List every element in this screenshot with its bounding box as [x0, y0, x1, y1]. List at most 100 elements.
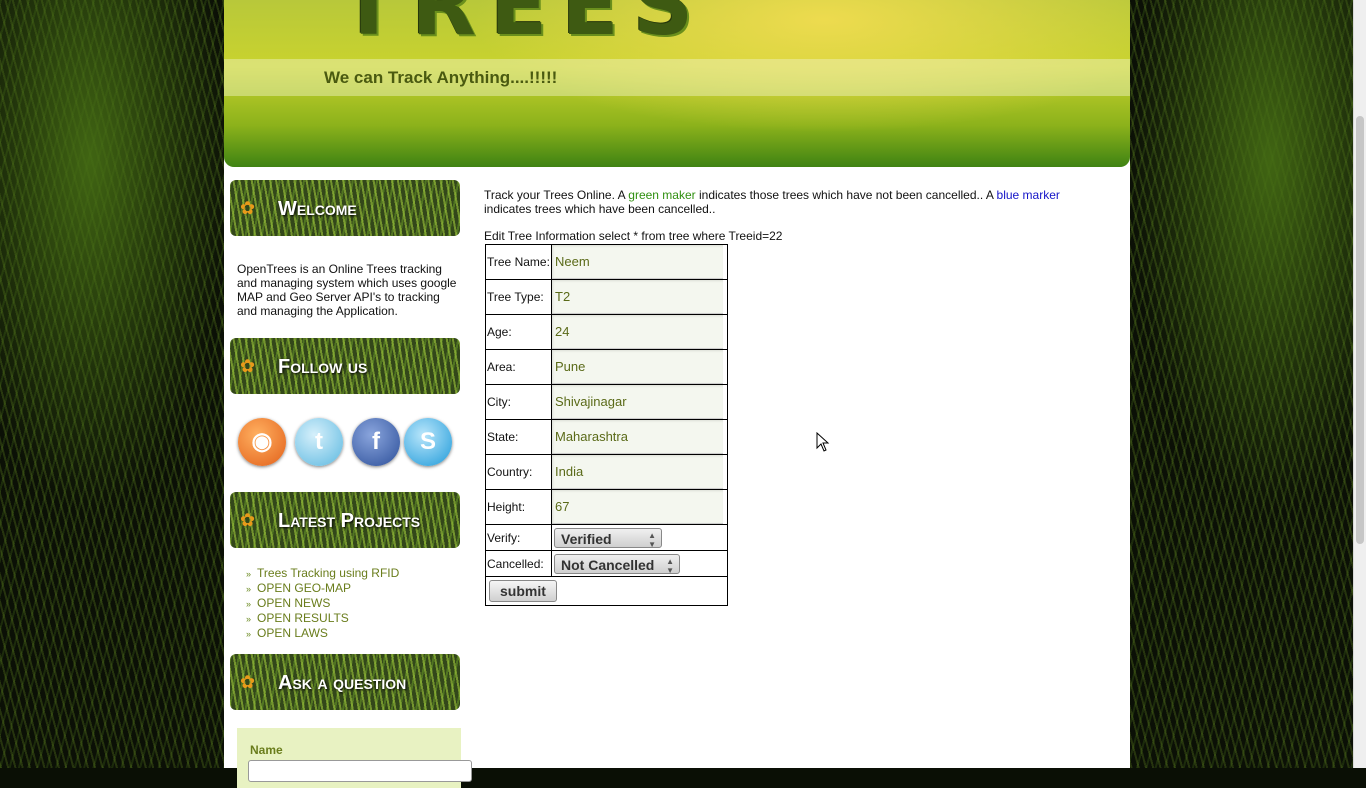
intro-text: Track your Trees Online. A green maker i… [484, 188, 1084, 216]
list-item: » OPEN GEO-MAP [246, 581, 399, 596]
form-cell [551, 314, 728, 350]
form-row: Cancelled: Not Cancelled ▲ ▼ [485, 550, 728, 577]
form-cell [551, 279, 728, 315]
form-row: City: [485, 384, 728, 420]
arrow-icon: » [246, 569, 252, 579]
arrow-icon: » [246, 614, 252, 624]
form-row: Tree Type: [485, 279, 728, 315]
form-row: submit [485, 576, 728, 606]
list-item: » Trees Tracking using RFID [246, 566, 399, 581]
edit-query-line: Edit Tree Information select * from tree… [484, 229, 783, 243]
height-label: Height: [485, 489, 552, 525]
form-cell [551, 349, 728, 385]
arrow-icon: » [246, 599, 252, 609]
projects-title: Latest Projects [278, 510, 421, 532]
ask-title: Ask a question [278, 672, 407, 694]
intro-part: indicates trees which have been cancelle… [484, 202, 716, 216]
tree-name-label: Tree Name: [485, 244, 552, 280]
form-cell: Verified ▲ ▼ [551, 524, 728, 551]
follow-title: Follow us [278, 356, 368, 378]
intro-part: indicates those trees which have not bee… [695, 188, 997, 202]
project-link[interactable]: OPEN GEO-MAP [257, 581, 351, 595]
verify-label: Verify: [485, 524, 552, 551]
welcome-text: OpenTrees is an Online Trees tracking an… [237, 262, 457, 318]
blue-marker-text: blue marker [996, 188, 1060, 202]
ask-heading: ✿ Ask a question [230, 654, 460, 710]
cancelled-label: Cancelled: [485, 550, 552, 577]
arrow-icon: » [246, 584, 252, 594]
form-row: Area: [485, 349, 728, 385]
form-row: Tree Name: [485, 244, 728, 280]
form-row: State: [485, 419, 728, 455]
verify-value: Verified [561, 530, 612, 547]
form-cell [551, 244, 728, 280]
city-label: City: [485, 384, 552, 420]
country-field[interactable] [552, 455, 723, 489]
project-link[interactable]: OPEN LAWS [257, 626, 328, 640]
page-container: TREES We can Track Anything....!!!!! ✿ W… [224, 0, 1130, 788]
form-row: Country: [485, 454, 728, 490]
facebook-icon[interactable]: f [352, 418, 400, 466]
submit-button[interactable]: submit [489, 580, 557, 602]
welcome-heading: ✿ Welcome [230, 180, 460, 236]
ask-question-form: Name [237, 728, 472, 788]
arrow-icon: » [246, 629, 252, 639]
height-field[interactable] [552, 490, 723, 524]
projects-heading: ✿ Latest Projects [230, 492, 460, 548]
form-cell [551, 419, 728, 455]
form-row: Height: [485, 489, 728, 525]
form-cell [551, 454, 728, 490]
form-row: Age: [485, 314, 728, 350]
twitter-icon[interactable]: t [295, 418, 343, 466]
form-cell: submit [485, 576, 728, 606]
age-label: Age: [485, 314, 552, 350]
form-row: Verify: Verified ▲ ▼ [485, 524, 728, 551]
name-label: Name [250, 743, 283, 757]
form-cell [551, 489, 728, 525]
page-scrollbar[interactable] [1353, 0, 1366, 768]
updown-icon: ▲ ▼ [648, 530, 656, 549]
site-logo: TREES [340, 0, 708, 54]
form-cell: Not Cancelled ▲ ▼ [551, 550, 728, 577]
site-header: TREES We can Track Anything....!!!!! [224, 0, 1130, 167]
rss-icon[interactable]: ◉ [238, 418, 286, 466]
area-label: Area: [485, 349, 552, 385]
intro-part: Track your Trees Online. A [484, 188, 629, 202]
cancelled-value: Not Cancelled [561, 556, 655, 573]
main-content: Track your Trees Online. A green maker i… [484, 188, 1104, 606]
butterfly-icon: ✿ [240, 510, 256, 530]
skype-icon[interactable]: S [404, 418, 452, 466]
area-field[interactable] [552, 350, 723, 384]
green-marker-text: green maker [628, 188, 696, 202]
follow-heading: ✿ Follow us [230, 338, 460, 394]
butterfly-icon: ✿ [240, 198, 256, 218]
form-cell [551, 384, 728, 420]
mouse-cursor-icon [816, 432, 830, 452]
list-item: » OPEN NEWS [246, 596, 399, 611]
projects-list: » Trees Tracking using RFID » OPEN GEO-MAP… [246, 566, 399, 641]
site-tagline: We can Track Anything....!!!!! [324, 68, 558, 87]
city-field[interactable] [552, 385, 723, 419]
cancelled-select[interactable]: Not Cancelled ▲ ▼ [554, 553, 680, 575]
state-field[interactable] [552, 420, 723, 454]
project-link[interactable]: OPEN NEWS [257, 596, 330, 610]
verify-select[interactable]: Verified ▲ ▼ [554, 527, 662, 549]
project-link[interactable]: OPEN RESULTS [257, 611, 349, 625]
age-field[interactable] [552, 315, 723, 349]
country-label: Country: [485, 454, 552, 490]
updown-icon: ▲ ▼ [666, 556, 674, 575]
tree-type-field[interactable] [552, 280, 723, 314]
tree-type-label: Tree Type: [485, 279, 552, 315]
scrollbar-thumb[interactable] [1356, 116, 1364, 544]
project-link[interactable]: Trees Tracking using RFID [257, 566, 399, 580]
list-item: » OPEN RESULTS [246, 611, 399, 626]
name-field[interactable] [248, 760, 472, 782]
social-links: ◉ t f S [238, 418, 458, 470]
butterfly-icon: ✿ [240, 356, 256, 376]
tree-name-field[interactable] [552, 245, 723, 279]
welcome-title: Welcome [278, 198, 357, 220]
list-item: » OPEN LAWS [246, 626, 399, 641]
state-label: State: [485, 419, 552, 455]
tree-edit-form: Tree Name: Tree Type: Age: Area: City: S… [485, 244, 728, 606]
butterfly-icon: ✿ [240, 672, 256, 692]
